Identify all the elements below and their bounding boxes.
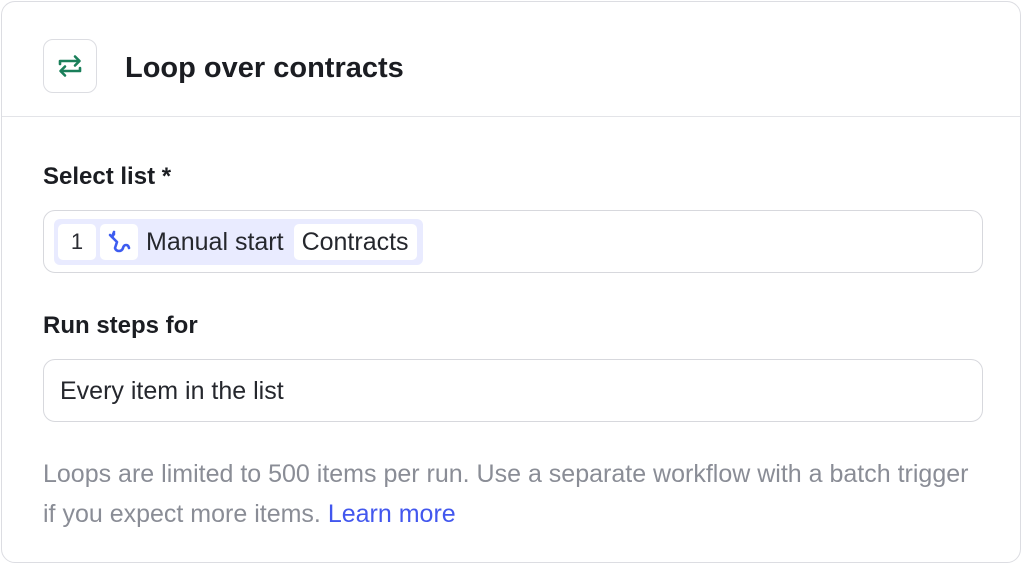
learn-more-link[interactable]: Learn more <box>328 500 456 528</box>
step-number-badge: 1 <box>58 224 96 260</box>
help-message: Loops are limited to 500 items per run. … <box>43 460 969 528</box>
select-list-label: Select list * <box>43 163 172 190</box>
run-steps-value: Every item in the list <box>60 377 284 405</box>
select-list-field[interactable]: 1 Manual start Contracts <box>43 210 983 273</box>
variable-chip[interactable]: 1 Manual start Contracts <box>54 219 423 265</box>
run-steps-select[interactable]: Every item in the list <box>43 359 983 422</box>
card-header: Loop over contracts <box>2 2 1020 117</box>
loop-step-card: Loop over contracts Select list * 1 Manu… <box>1 1 1021 563</box>
manual-trigger-icon <box>100 224 138 260</box>
run-steps-label: Run steps for <box>43 312 198 339</box>
loop-arrows-icon <box>43 39 97 93</box>
field-name: Contracts <box>293 224 417 260</box>
page-title: Loop over contracts <box>125 52 404 84</box>
help-text: Loops are limited to 500 items per run. … <box>43 454 973 534</box>
step-name: Manual start <box>146 228 284 256</box>
